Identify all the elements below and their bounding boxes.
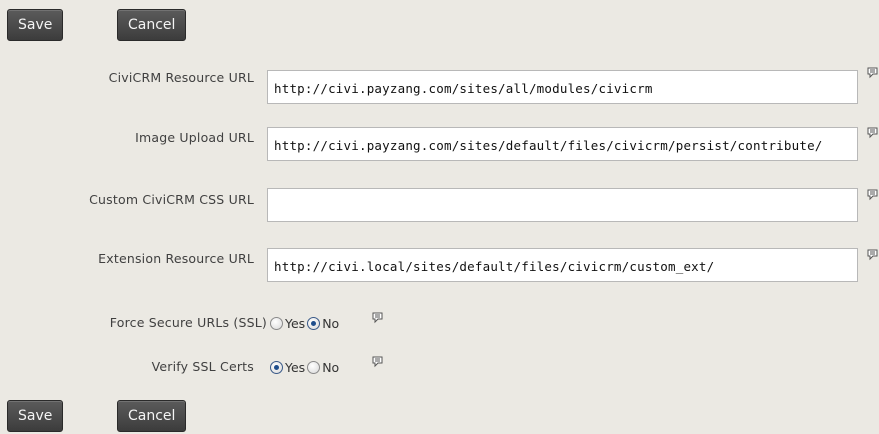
custom-css-url-input[interactable]: [267, 188, 858, 222]
verify-ssl-yes-radio[interactable]: [270, 361, 283, 374]
force-ssl-radio-group: Yes No: [270, 316, 341, 331]
help-balloon-icon[interactable]: [867, 67, 878, 79]
force-ssl-no-radio[interactable]: [307, 317, 321, 330]
help-balloon-icon[interactable]: [372, 356, 383, 368]
help-balloon-icon[interactable]: [867, 249, 878, 261]
verify-ssl-yes-label[interactable]: Yes: [285, 360, 305, 375]
force-ssl-label: Force Secure URLs (SSL): [109, 315, 267, 330]
verify-ssl-no-radio[interactable]: [307, 361, 321, 374]
save-button-bottom[interactable]: Save: [7, 400, 64, 432]
extension-resource-url-label: Extension Resource URL: [98, 251, 254, 266]
help-balloon-icon[interactable]: [867, 127, 878, 139]
force-ssl-no-label[interactable]: No: [322, 316, 339, 331]
image-upload-url-label: Image Upload URL: [135, 130, 254, 145]
verify-ssl-no-label[interactable]: No: [322, 360, 339, 375]
help-balloon-icon[interactable]: [372, 312, 383, 324]
verify-ssl-label: Verify SSL Certs: [151, 359, 254, 374]
verify-ssl-radio-group: Yes No: [270, 360, 341, 375]
save-button-top[interactable]: Save: [7, 9, 64, 41]
force-ssl-yes-radio[interactable]: [270, 317, 283, 330]
image-upload-url-input[interactable]: http://civi.payzang.com/sites/default/fi…: [267, 127, 858, 161]
custom-css-url-label: Custom CiviCRM CSS URL: [89, 192, 254, 207]
force-ssl-yes-label[interactable]: Yes: [285, 316, 305, 331]
resource-url-input[interactable]: http://civi.payzang.com/sites/all/module…: [267, 70, 858, 104]
cancel-button-bottom[interactable]: Cancel: [117, 400, 187, 432]
cancel-button-top[interactable]: Cancel: [117, 9, 187, 41]
resource-url-label: CiviCRM Resource URL: [108, 70, 254, 85]
help-balloon-icon[interactable]: [867, 189, 878, 201]
extension-resource-url-input[interactable]: http://civi.local/sites/default/files/ci…: [267, 248, 858, 282]
